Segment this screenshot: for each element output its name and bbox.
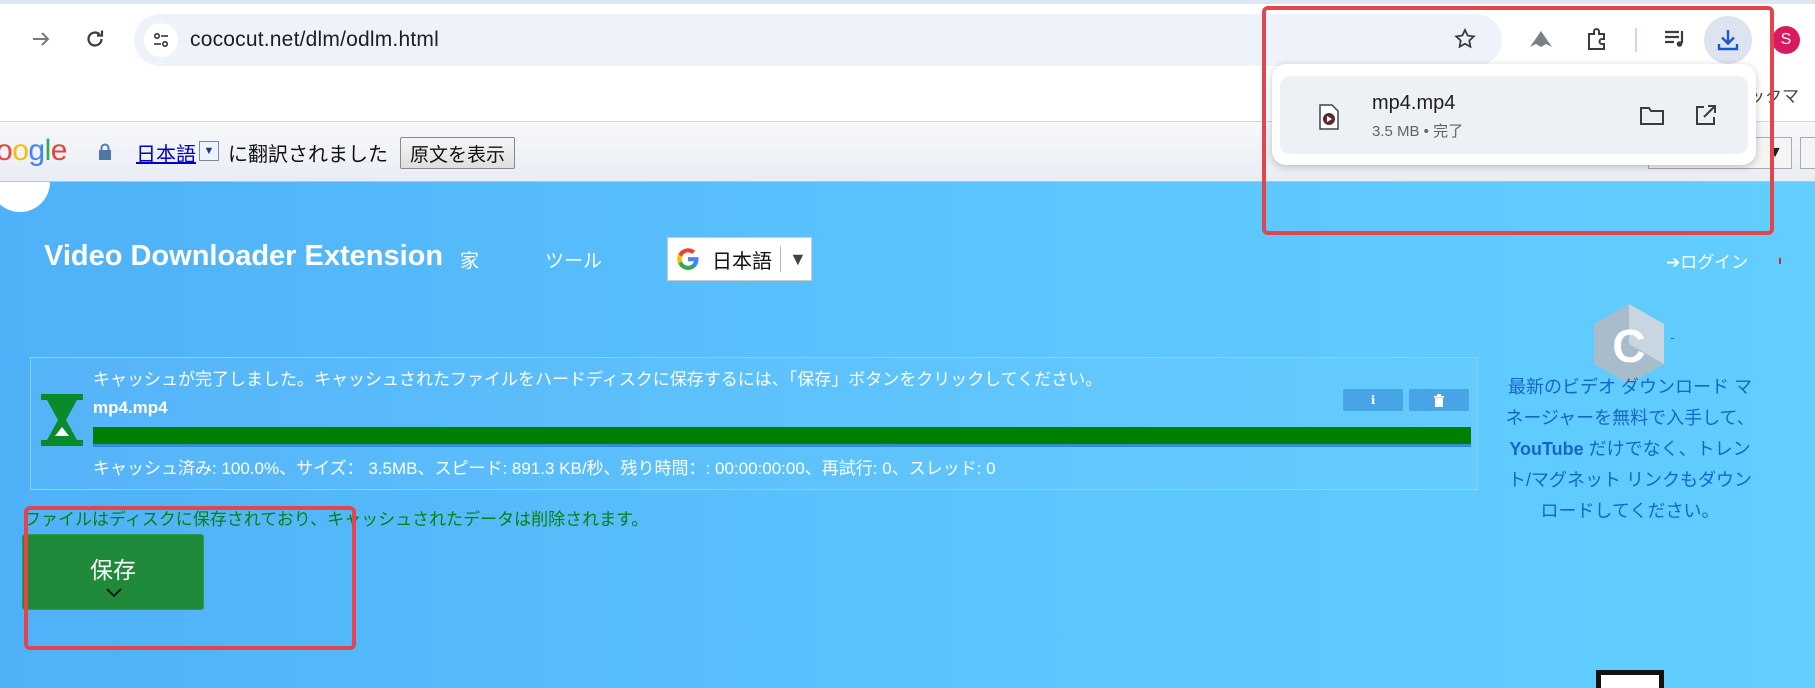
google-logo: oogle	[0, 134, 67, 167]
highlight-box-download	[1262, 6, 1774, 235]
dropdown-arrow-icon: ▼	[789, 248, 807, 269]
cache-progress-fill	[93, 427, 1471, 444]
language-select-divider	[780, 246, 781, 272]
logo-dash: -	[1670, 329, 1675, 345]
highlight-box-save	[24, 506, 356, 650]
hourglass-icon	[41, 394, 83, 446]
cached-filename: mp4.mp4	[93, 398, 168, 417]
site-logo[interactable]	[0, 182, 50, 212]
google-g-icon	[677, 248, 699, 270]
language-dropdown-icon[interactable]: ▼	[199, 141, 219, 161]
profile-avatar[interactable]: S	[1772, 26, 1800, 54]
nav-home-link[interactable]: 家	[460, 246, 479, 273]
site-info-icon[interactable]	[144, 23, 178, 57]
translate-message: に翻訳されました	[228, 144, 388, 166]
trash-icon	[1434, 393, 1444, 407]
promo-youtube: YouTube	[1509, 439, 1584, 459]
login-icon: ➔	[1666, 253, 1681, 272]
mail-icon	[1596, 670, 1664, 688]
lock-icon	[96, 142, 116, 162]
forward-arrow-icon[interactable]	[24, 22, 58, 56]
login-label: ログイン	[1680, 253, 1749, 272]
promo-text[interactable]: 最新のビデオ ダウンロード マネージャーを無料で入手して、YouTube だけで…	[1502, 372, 1758, 527]
cache-stats: キャッシュ済み: 100.0%、サイズ： 3.5MB、スピード: 891.3 K…	[93, 459, 996, 478]
url-text[interactable]: cococut.net/dlm/odlm.html	[190, 28, 439, 52]
login-link[interactable]: ➔ログイン	[1666, 248, 1748, 273]
promo-text-part1: 最新のビデオ ダウンロード マネージャーを無料で入手して、	[1505, 377, 1755, 428]
translate-close-button[interactable]	[1800, 137, 1815, 169]
site-title[interactable]: Video Downloader Extension	[44, 240, 443, 273]
cache-complete-message: キャッシュが完了しました。キャッシュされたファイルをハードディスクに保存するには…	[93, 370, 1103, 389]
language-select-value: 日本語	[712, 250, 772, 273]
nav-tools-link[interactable]: ツール	[545, 246, 602, 273]
cache-panel: キャッシュが完了しました。キャッシュされたファイルをハードディスクに保存するには…	[30, 357, 1478, 490]
red-marker	[1779, 258, 1781, 264]
language-select[interactable]: 日本語 ▼	[667, 237, 812, 281]
delete-button[interactable]	[1409, 389, 1469, 411]
info-button[interactable]: ℹ	[1343, 389, 1403, 411]
cococut-logo-letter: C	[1612, 320, 1645, 372]
info-icon: ℹ	[1370, 393, 1376, 407]
translated-language-link[interactable]: 日本語	[136, 138, 196, 167]
cache-progress-bar	[93, 427, 1471, 447]
show-original-button[interactable]: 原文を表示	[400, 137, 516, 169]
reload-icon[interactable]	[78, 22, 112, 56]
